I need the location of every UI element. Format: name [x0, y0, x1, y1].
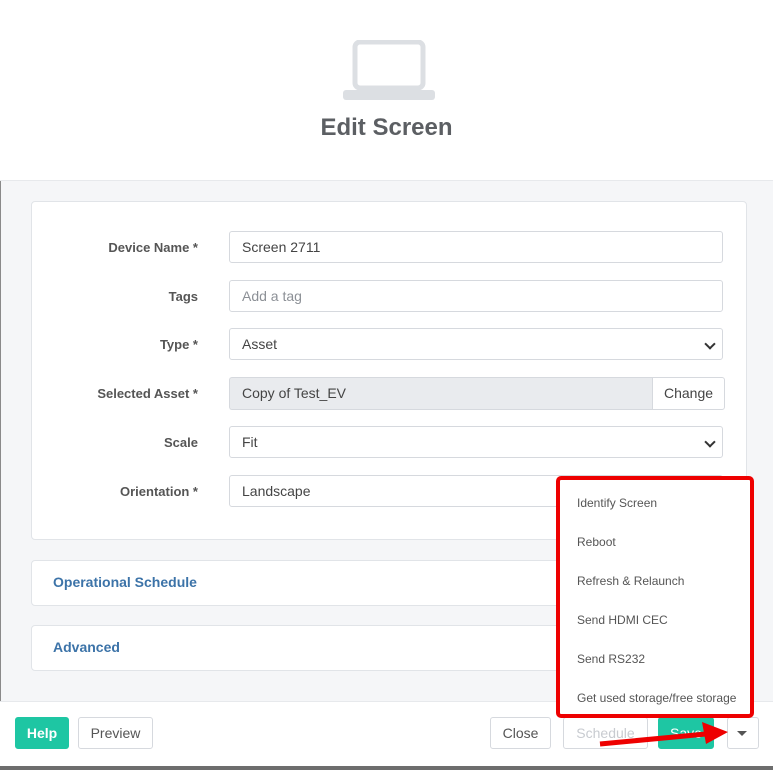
tags-input[interactable]: Add a tag — [229, 280, 723, 312]
tags-label: Tags — [168, 289, 198, 304]
menu-item-refresh-relaunch[interactable]: Refresh & Relaunch — [577, 574, 684, 588]
device-name-label: Device Name * — [108, 240, 198, 255]
close-button[interactable]: Close — [490, 717, 551, 749]
menu-item-identify-screen[interactable]: Identify Screen — [577, 496, 657, 510]
operational-schedule-title[interactable]: Operational Schedule — [53, 574, 197, 590]
advanced-title[interactable]: Advanced — [53, 639, 120, 655]
bottom-edge — [0, 766, 773, 770]
selected-asset-label: Selected Asset * — [97, 386, 198, 401]
laptop-icon — [343, 40, 435, 100]
menu-item-send-rs232[interactable]: Send RS232 — [577, 652, 645, 666]
orientation-label: Orientation * — [119, 484, 198, 499]
modal-header: Edit Screen — [0, 0, 773, 181]
edit-screen-modal: Edit Screen Device Name * Screen 2711 Ta… — [0, 0, 773, 771]
red-arrow-annotation-icon — [599, 722, 728, 747]
type-select[interactable]: Asset — [229, 328, 723, 360]
menu-item-reboot[interactable]: Reboot — [577, 535, 616, 549]
device-name-input[interactable]: Screen 2711 — [229, 231, 723, 263]
type-label: Type * — [159, 337, 198, 352]
menu-item-storage-info[interactable]: Get used storage/free storage — [577, 691, 736, 705]
menu-item-send-hdmi-cec[interactable]: Send HDMI CEC — [577, 613, 668, 627]
selected-asset-value: Copy of Test_EV — [229, 377, 653, 410]
change-asset-button[interactable]: Change — [652, 377, 725, 410]
chevron-down-icon — [737, 731, 747, 736]
selected-asset-group: Copy of Test_EV Change — [229, 377, 725, 410]
more-actions-dropdown: Identify Screen Reboot Refresh & Relaunc… — [556, 476, 754, 718]
scale-select[interactable]: Fit — [229, 426, 723, 458]
preview-button[interactable]: Preview — [78, 717, 153, 749]
page-title: Edit Screen — [320, 114, 453, 141]
more-actions-toggle[interactable] — [727, 717, 759, 749]
scale-label: Scale — [164, 435, 198, 450]
help-button[interactable]: Help — [15, 717, 69, 749]
